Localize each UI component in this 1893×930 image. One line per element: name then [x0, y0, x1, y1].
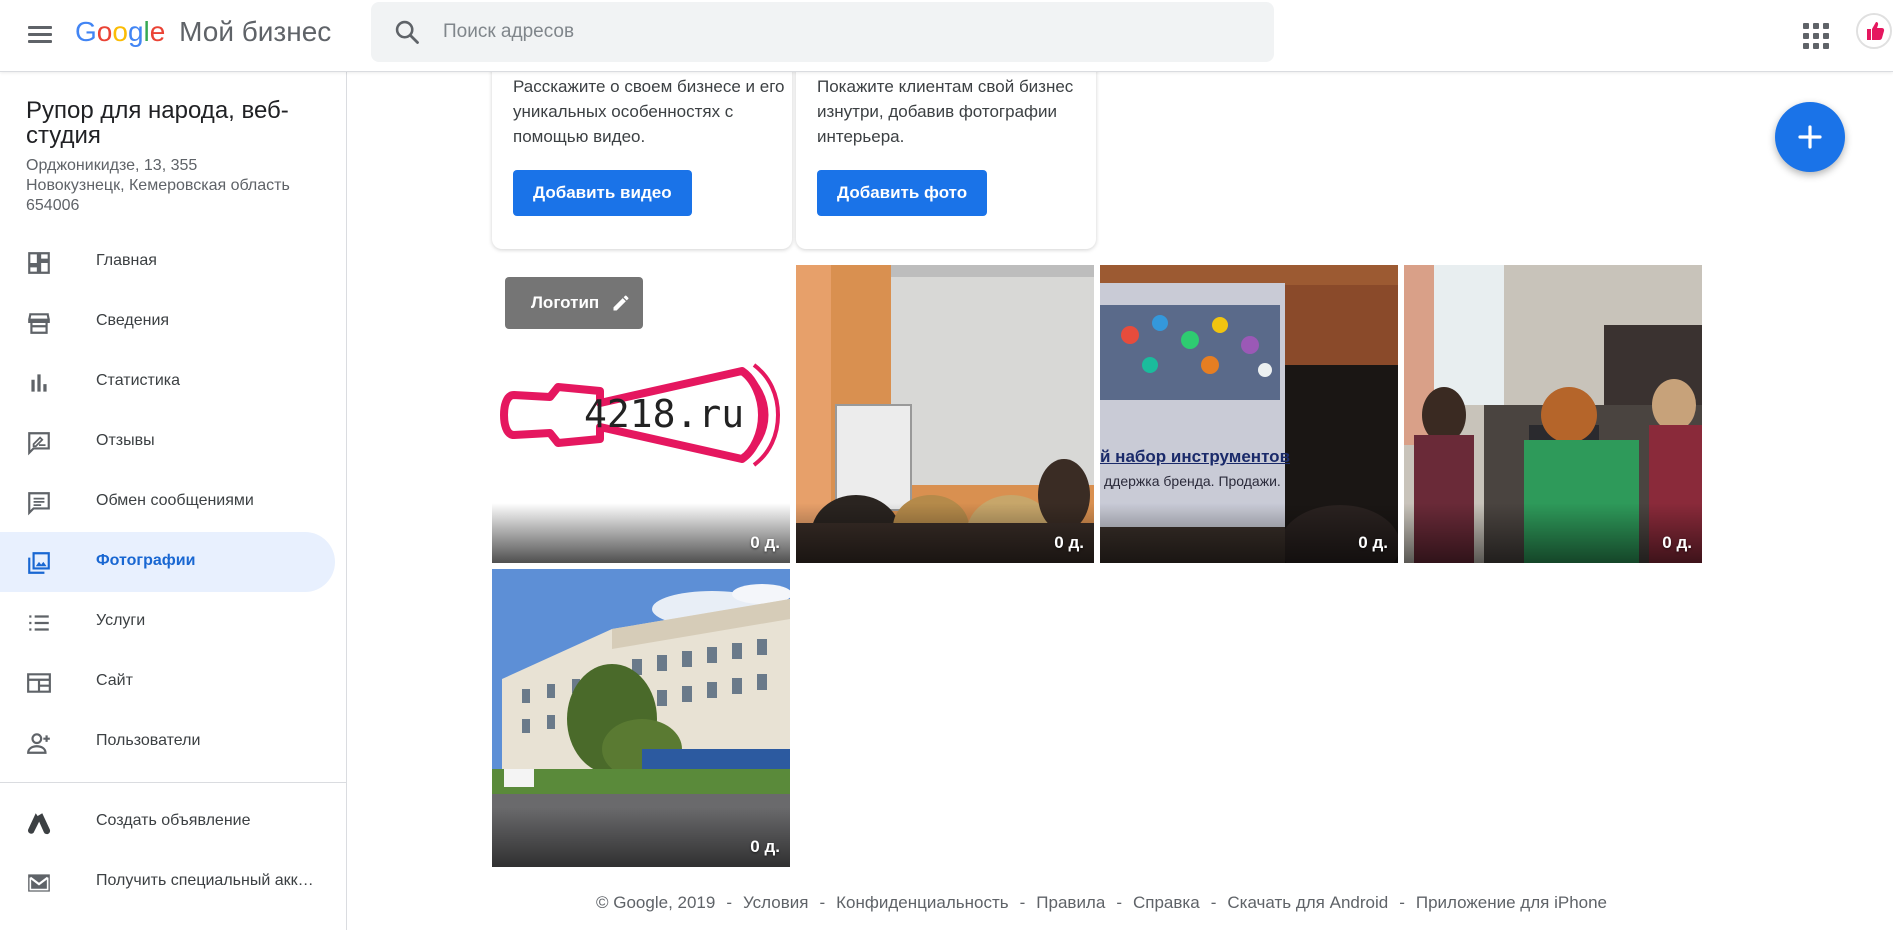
sidebar-item-label: Получить специальный акк… — [96, 872, 314, 889]
sidebar-item-photos[interactable]: Фотографии — [0, 532, 335, 592]
search-input[interactable] — [443, 14, 1243, 50]
sidebar-item-label: Обмен сообщениями — [96, 492, 254, 509]
sidebar-item-users[interactable]: Пользователи — [0, 712, 335, 772]
copyright: © Google, 2019 — [596, 893, 716, 912]
photo-age-label: 0 д. — [1662, 533, 1692, 552]
add-video-description: Расскажите о своем бизнесе и его уникаль… — [513, 77, 785, 146]
footer-link-android[interactable]: Скачать для Android — [1227, 893, 1388, 912]
slide-title-text: й набор инструментов — [1100, 447, 1291, 466]
rate-review-icon — [28, 432, 50, 456]
sidebar-item-label: Создать объявление — [96, 812, 251, 829]
sidebar-item-label: Сведения — [96, 312, 170, 329]
search-icon[interactable] — [393, 18, 421, 46]
sidebar-item-special-account[interactable]: Получить специальный акк… — [0, 852, 335, 912]
add-video-button[interactable]: Добавить видео — [513, 170, 692, 216]
photo-library-icon — [28, 552, 50, 574]
bar-chart-icon — [31, 374, 47, 392]
add-photo-description: Покажите клиентам свой бизнес изнутри, д… — [817, 77, 1074, 146]
photo-tile-logo[interactable]: 4218.ru Логотип 0 д. — [492, 265, 790, 563]
footer-link-policies[interactable]: Правила — [1036, 893, 1105, 912]
footer: © Google, 2019- Условия - Конфиденциальност… — [596, 893, 1608, 912]
sidebar-item-label: Сайт — [96, 672, 133, 689]
logo-badge-button[interactable]: Логотип — [505, 277, 644, 329]
dashboard-icon — [28, 252, 50, 274]
footer-link-iphone[interactable]: Приложение для iPhone — [1416, 893, 1607, 912]
photo-tile-exterior[interactable]: 0 д. — [492, 569, 790, 867]
logo-badge-label: Логотип — [531, 293, 600, 312]
web-icon — [27, 673, 51, 693]
sidebar-item-label: Главная — [96, 252, 157, 269]
list-icon — [29, 615, 49, 631]
sidebar-item-label: Статистика — [96, 372, 181, 389]
sidebar-item-label: Пользователи — [96, 732, 201, 749]
sidebar-item-stats[interactable]: Статистика — [0, 352, 335, 412]
sidebar-item-info[interactable]: Сведения — [0, 292, 335, 352]
photo-age-label: 0 д. — [750, 837, 780, 856]
person-add-icon — [27, 733, 50, 754]
search-bar — [371, 2, 1274, 62]
menu-icon[interactable] — [26, 20, 56, 50]
mail-icon — [28, 874, 50, 892]
google-wordmark: Google — [75, 16, 166, 47]
photo-tile-interior-1[interactable]: 0 д. — [796, 265, 1094, 563]
sidebar-item-label: Фотографии — [96, 552, 196, 569]
sidebar-item-reviews[interactable]: Отзывы — [0, 412, 335, 472]
edit-pencil-icon — [613, 295, 629, 311]
sidebar-item-label: Отзывы — [96, 432, 155, 449]
store-icon — [28, 313, 50, 334]
footer-link-privacy[interactable]: Конфиденциальность — [836, 893, 1008, 912]
business-name: Рупор для народа, веб-студия — [26, 97, 289, 149]
thumbs-up-icon — [1858, 15, 1890, 47]
google-ads-icon — [28, 813, 51, 835]
sidebar-item-services[interactable]: Услуги — [0, 592, 335, 652]
product-name: Мой бизнес — [179, 16, 332, 47]
sidebar-item-website[interactable]: Сайт — [0, 652, 335, 712]
photo-age-label: 0 д. — [750, 533, 780, 552]
account-avatar[interactable] — [1856, 13, 1892, 49]
add-button[interactable] — [1775, 102, 1845, 172]
top-app-bar: Google Мой бизнес — [0, 0, 1893, 72]
photo-tile-interior-2[interactable]: й набор инструментов ддержка бренда. Про… — [1100, 265, 1398, 563]
sidebar-divider — [0, 782, 347, 783]
sidebar-item-home[interactable]: Главная — [0, 232, 335, 292]
footer-link-help[interactable]: Справка — [1133, 893, 1200, 912]
slide-subtitle-text: ддержка бренда. Продажи. — [1104, 473, 1281, 489]
photo-tile-interior-3[interactable]: 0 д. — [1404, 265, 1702, 563]
sidebar: Рупор для народа, веб-студия Орджоникидз… — [0, 72, 347, 930]
add-photo-button[interactable]: Добавить фото — [817, 170, 988, 216]
apps-grid-icon[interactable] — [1800, 20, 1829, 49]
photo-age-label: 0 д. — [1358, 533, 1388, 552]
sidebar-item-label: Услуги — [96, 612, 146, 629]
message-icon — [28, 492, 50, 516]
add-video-card: Расскажите о своем бизнесе и его уникаль… — [492, 60, 792, 249]
sidebar-item-create-ad[interactable]: Создать объявление — [0, 792, 335, 852]
add-photo-card: Покажите клиентам свой бизнес изнутри, д… — [796, 60, 1096, 249]
logo-text: 4218.ru — [584, 392, 744, 436]
sidebar-item-messages[interactable]: Обмен сообщениями — [0, 472, 335, 532]
google-my-business-logo[interactable]: Google Мой бизнес — [75, 16, 331, 48]
plus-icon — [1798, 125, 1822, 149]
photo-age-label: 0 д. — [1054, 533, 1084, 552]
business-address: Орджоникидзе, 13, 355 Новокузнецк, Кемер… — [26, 157, 290, 214]
footer-link-terms[interactable]: Условия — [743, 893, 808, 912]
